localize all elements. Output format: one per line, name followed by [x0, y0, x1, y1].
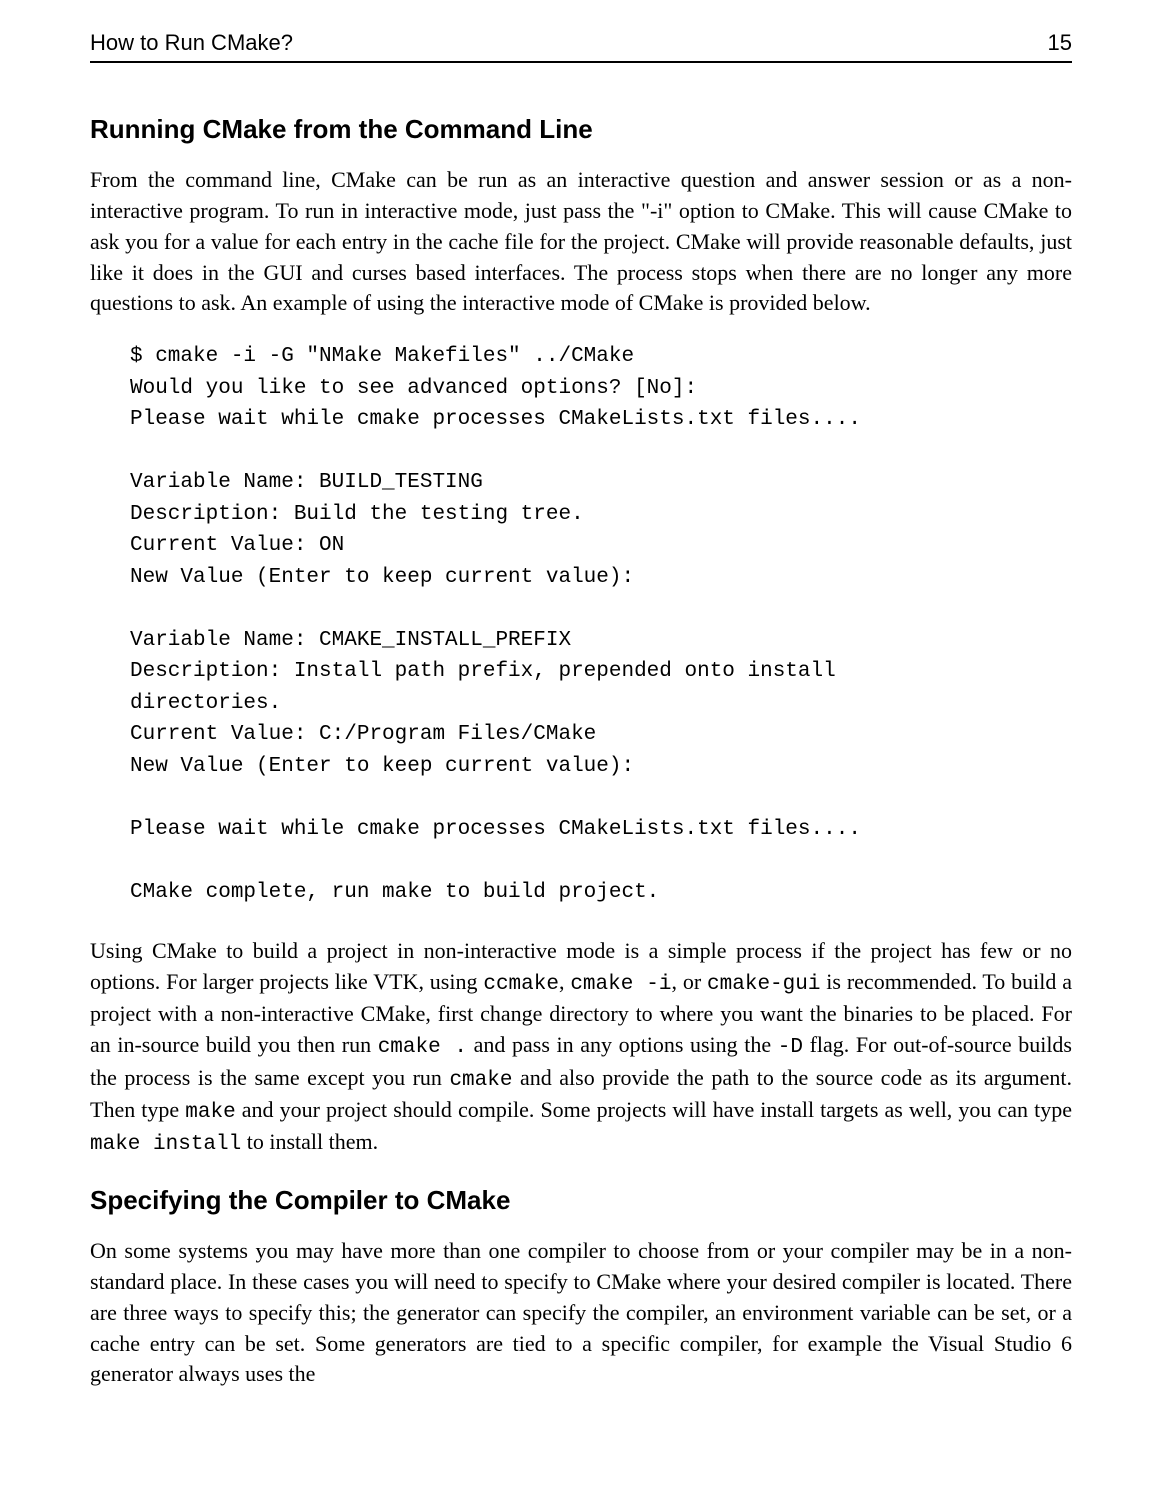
code-cmake-dot: cmake .	[378, 1036, 467, 1059]
running-title: How to Run CMake?	[90, 28, 293, 59]
code-make: make	[185, 1101, 235, 1124]
code-ccmake: ccmake	[483, 973, 559, 996]
section-heading-running-cmake: Running CMake from the Command Line	[90, 111, 1072, 147]
code-cmake-i: cmake -i	[570, 973, 671, 996]
code-make-install: make install	[90, 1133, 241, 1156]
code-cmake-gui: cmake-gui	[707, 973, 820, 996]
page-container: How to Run CMake? 15 Running CMake from …	[0, 0, 1162, 1500]
paragraph-noninteractive: Using CMake to build a project in non-in…	[90, 936, 1072, 1160]
running-header: How to Run CMake? 15	[90, 28, 1072, 63]
text-fragment: , or	[672, 969, 708, 994]
code-block-interactive-session: $ cmake -i -G "NMake Makefiles" ../CMake…	[130, 341, 1072, 908]
text-fragment: ,	[559, 969, 570, 994]
code-cmake: cmake	[449, 1069, 512, 1092]
text-fragment: and your project should compile. Some pr…	[236, 1097, 1072, 1122]
code-dash-d: -D	[778, 1036, 803, 1059]
paragraph-compiler: On some systems you may have more than o…	[90, 1236, 1072, 1390]
page-number: 15	[1048, 28, 1072, 59]
text-fragment: and pass in any options using the	[467, 1032, 778, 1057]
paragraph-intro: From the command line, CMake can be run …	[90, 165, 1072, 319]
text-fragment: to install them.	[241, 1129, 378, 1154]
section-heading-specifying-compiler: Specifying the Compiler to CMake	[90, 1182, 1072, 1218]
